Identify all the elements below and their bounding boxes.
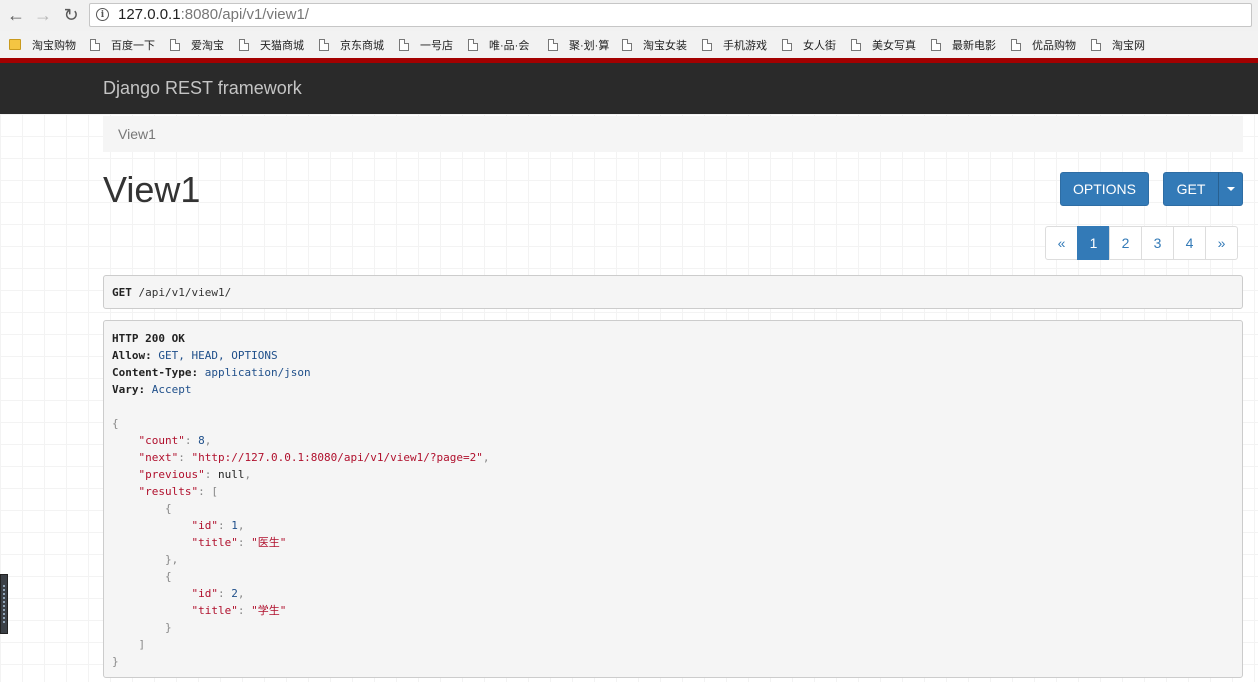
bookmark-label: 天猫商城 [260, 39, 304, 52]
header-key: Content-Type: [112, 366, 199, 379]
bookmark-item[interactable]: 一号店 [399, 36, 453, 53]
json-key: "results" [138, 485, 199, 498]
json-value: 1 [231, 519, 238, 532]
request-info: GET /api/v1/view1/ [103, 275, 1243, 309]
page-icon [1011, 38, 1021, 51]
bookmark-item[interactable]: 手机游戏 [702, 36, 767, 53]
navbar: Django REST framework [0, 63, 1258, 114]
page-icon [239, 38, 249, 51]
bookmark-item[interactable]: 百度一下 [90, 36, 155, 53]
pagination-next[interactable]: » [1205, 226, 1238, 260]
bookmark-label: 美女写真 [872, 39, 916, 52]
page-icon [622, 38, 632, 51]
pagination: « 1 2 3 4 » [1045, 226, 1238, 260]
pagination-prev[interactable]: « [1045, 226, 1078, 260]
header-key: Allow: [112, 349, 152, 362]
page-icon [548, 38, 558, 51]
url-path: :8080/api/v1/view1/ [180, 6, 309, 23]
back-arrow-icon[interactable]: ← [5, 4, 27, 26]
page-icon [319, 38, 329, 51]
options-button[interactable]: OPTIONS [1060, 172, 1149, 206]
bookmark-label: 唯·品·会 [489, 39, 530, 52]
side-panel-handle[interactable] [0, 574, 8, 634]
bookmark-item[interactable]: 淘宝女装 [622, 36, 687, 53]
response-info: HTTP 200 OK Allow: GET, HEAD, OPTIONS Co… [103, 320, 1243, 678]
bookmark-item[interactable]: 美女写真 [851, 36, 916, 53]
json-value: 8 [198, 434, 205, 447]
page-icon [90, 38, 100, 51]
page-icon [1091, 38, 1101, 51]
browser-toolbar: ← → ↻ i 127.0.0.1:8080/api/v1/view1/ [0, 0, 1258, 32]
address-bar[interactable]: i 127.0.0.1:8080/api/v1/view1/ [89, 3, 1252, 27]
bookmark-label: 淘宝女装 [643, 39, 687, 52]
breadcrumb-item-view1[interactable]: View1 [118, 126, 156, 142]
json-key: "id" [191, 587, 218, 600]
header-value: GET, HEAD, OPTIONS [151, 349, 278, 362]
bookmark-item[interactable]: 淘宝购物 [9, 36, 76, 53]
folder-icon [9, 39, 21, 50]
json-value: "医生" [251, 536, 287, 549]
bookmark-label: 聚·划·算 [569, 39, 610, 52]
header-key: Vary: [112, 383, 146, 396]
request-path: /api/v1/view1/ [131, 286, 232, 299]
bookmark-label: 爱淘宝 [191, 39, 224, 52]
json-key: "count" [138, 434, 185, 447]
bookmark-item[interactable]: 优品购物 [1011, 36, 1076, 53]
page-icon [170, 38, 180, 51]
bookmark-label: 百度一下 [111, 39, 155, 52]
url-text[interactable]: 127.0.0.1:8080/api/v1/view1/ [118, 7, 309, 23]
bookmark-item[interactable]: 唯·品·会 [468, 36, 529, 53]
bookmark-label: 最新电影 [952, 39, 996, 52]
page-icon [931, 38, 941, 51]
bookmarks-bar: 淘宝购物 百度一下 爱淘宝 天猫商城 京东商城 一号店 唯·品·会 聚·划·算 淘宝女装 手机游戏… [0, 31, 1258, 58]
bookmark-label: 淘宝网 [1112, 39, 1145, 52]
bookmark-item[interactable]: 聚·划·算 [548, 36, 609, 53]
bookmark-label: 京东商城 [340, 39, 384, 52]
bookmark-item[interactable]: 淘宝网 [1091, 36, 1145, 53]
response-status: HTTP 200 OK [112, 332, 185, 345]
caret-down-icon [1226, 187, 1235, 191]
request-method: GET [112, 286, 132, 299]
page-icon [702, 38, 712, 51]
json-key: "title" [191, 536, 238, 549]
json-value: 2 [231, 587, 238, 600]
json-brace: { [112, 417, 119, 430]
json-value: null [217, 468, 245, 481]
bookmark-label: 手机游戏 [723, 39, 767, 52]
url-host: 127.0.0.1 [118, 6, 181, 23]
bookmark-item[interactable]: 天猫商城 [239, 36, 304, 53]
page-icon [399, 38, 409, 51]
json-key: "previous" [138, 468, 205, 481]
json-value: "学生" [251, 604, 287, 617]
get-button[interactable]: GET [1163, 172, 1219, 206]
bookmark-item[interactable]: 爱淘宝 [170, 36, 224, 53]
bookmark-item[interactable]: 最新电影 [931, 36, 996, 53]
info-icon[interactable]: i [96, 8, 109, 21]
header-value: Accept [145, 383, 192, 396]
pagination-page-3[interactable]: 3 [1141, 226, 1174, 260]
page-icon [851, 38, 861, 51]
json-key: "next" [138, 451, 179, 464]
bookmark-label: 女人街 [803, 39, 836, 52]
bookmark-item[interactable]: 京东商城 [319, 36, 384, 53]
bookmark-label: 优品购物 [1032, 39, 1076, 52]
header-value: application/json [198, 366, 311, 379]
pagination-page-4[interactable]: 4 [1173, 226, 1206, 260]
pagination-page-2[interactable]: 2 [1109, 226, 1142, 260]
reload-icon[interactable]: ↻ [60, 4, 82, 26]
get-format-dropdown-button[interactable] [1218, 172, 1243, 206]
forward-arrow-icon[interactable]: → [32, 4, 54, 26]
json-value-link[interactable]: "http://127.0.0.1:8080/api/v1/view1/?pag… [192, 451, 483, 464]
bookmark-label: 一号店 [420, 39, 453, 52]
bookmark-label: 淘宝购物 [32, 39, 76, 52]
breadcrumb: View1 [103, 116, 1243, 152]
brand-link[interactable]: Django REST framework [103, 78, 302, 99]
json-key: "title" [191, 604, 238, 617]
page-title: View1 [103, 169, 201, 210]
page-icon [782, 38, 792, 51]
pagination-page-1[interactable]: 1 [1077, 226, 1110, 260]
page-icon [468, 38, 478, 51]
bookmark-item[interactable]: 女人街 [782, 36, 836, 53]
json-key: "id" [191, 519, 218, 532]
